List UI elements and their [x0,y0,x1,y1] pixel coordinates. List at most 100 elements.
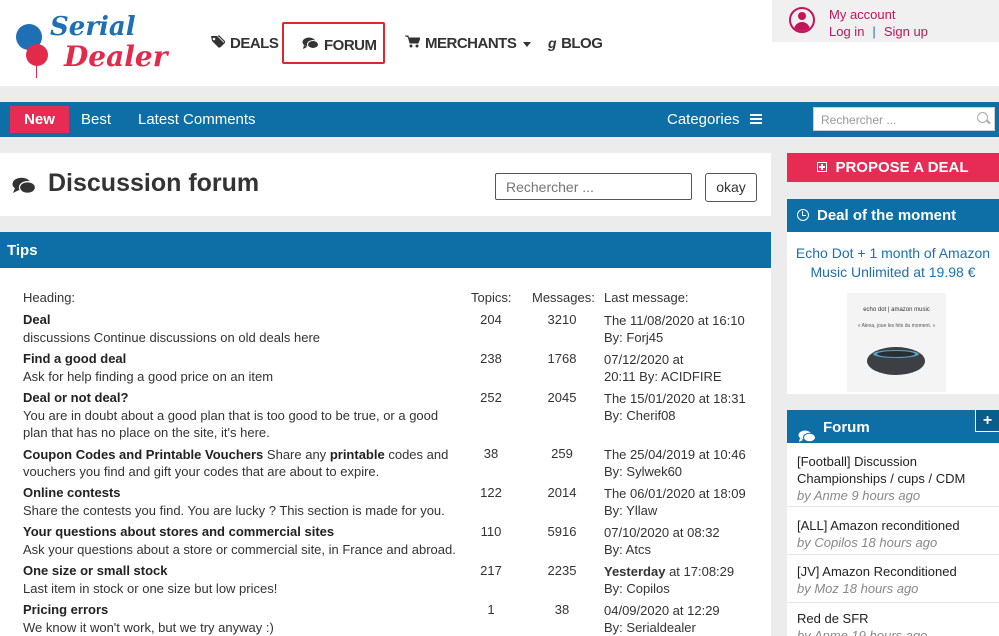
nav-blog[interactable]: ɡ BLOG [548,22,603,64]
list-item[interactable]: [Football] Discussion Championships / cu… [787,443,999,507]
forum-item-title[interactable]: [ALL] Amazon reconditioned [797,517,992,534]
category-title[interactable]: Deal [23,312,50,327]
last-message[interactable]: Yesterday at 17:08:29 By: Copilos [604,563,764,597]
logo-word-serial: Serial [50,12,136,42]
account-box: My account Log in | Sign up [772,0,999,42]
product-image[interactable]: echo dot | amazon music « Alexa, joue le… [847,293,946,392]
top-search-input[interactable]: Rechercher ... [813,107,995,131]
category-desc: Last item in stock or one size but low p… [23,581,278,596]
last-date: The 11/08/2020 at 16:10 [604,313,745,328]
nav-merchants[interactable]: MERCHANTS [405,22,532,64]
desc-bold-word: printable [329,447,385,462]
forum-widget-list: [Football] Discussion Championships / cu… [787,443,999,636]
nav-forum[interactable]: FORUM [282,22,385,64]
logo-balloon-red [26,44,48,78]
account-links: Log in | Sign up [829,24,928,39]
list-item[interactable]: [ALL] Amazon reconditioned by Copilos 18… [787,507,999,555]
category-title[interactable]: Coupon Codes and Printable Vouchers [23,447,263,462]
propose-deal-button[interactable]: PROPOSE A DEAL [787,153,999,182]
clock-icon [797,209,809,221]
nav-merchants-label: MERCHANTS [425,35,517,52]
list-item[interactable]: [JV] Amazon Reconditioned by Moz 18 hour… [787,555,999,603]
search-icon[interactable] [977,112,988,123]
last-message[interactable]: 07/10/2020 at 08:32 By: Atcs [604,524,764,558]
last-message[interactable]: 04/09/2020 at 12:29 By: Serialdealer [604,602,764,636]
tab-new[interactable]: New [10,106,69,133]
caret-down-icon [523,41,532,47]
category-title[interactable]: Find a good deal [23,351,126,366]
tab-latest-comments[interactable]: Latest Comments [138,106,256,133]
messages-count: 1768 [547,351,577,366]
last-author: By: Copilos [604,581,670,596]
add-topic-button[interactable]: + [975,410,999,432]
last-author: By: Sylwek60 [604,464,683,479]
category-desc: Share the contests you find. You are luc… [23,503,445,518]
nav-deals[interactable]: DEALS [210,22,279,64]
forum-item-meta: by Anme 9 hours ago [797,488,921,503]
messages-count: 2014 [547,485,577,500]
forum-item-meta: by Moz 18 hours ago [797,581,919,596]
echo-dot-speaker [867,347,925,375]
forum-search-input[interactable] [495,173,692,200]
comments-icon [798,421,816,443]
category-desc: Ask your questions about a store or comm… [23,542,456,557]
blog-icon: ɡ [548,35,557,51]
forum-widget-title: Forum [823,419,870,436]
forum-table: Heading: Topics: Messages: Last message:… [0,268,771,636]
last-date: The 06/01/2020 at 18:09 [604,486,746,501]
category-title[interactable]: Deal or not deal? [23,390,128,405]
category-title[interactable]: Online contests [23,485,121,500]
topics-count: 110 [480,524,502,539]
deal-of-moment-header: Deal of the moment [787,199,999,232]
last-message[interactable]: The 15/01/2020 at 18:31 By: Cherif08 [604,390,764,424]
col-last-message: Last message: [604,290,689,305]
messages-count: 5916 [547,524,577,539]
hamburger-icon [749,114,762,125]
last-author: By: Yllaw [604,503,658,518]
last-author: By: Serialdealer [604,620,696,635]
account-separator: | [872,24,876,39]
forum-item-title[interactable]: [Football] Discussion Championships / cu… [797,453,992,487]
nav-blog-label: BLOG [561,35,603,52]
nav-deals-label: DEALS [230,35,279,52]
last-message[interactable]: The 25/04/2019 at 10:46 By: Sylwek60 [604,446,764,480]
category-desc: Coupon Codes and Printable Vouchers Shar… [23,446,463,480]
topics-count: 122 [480,485,502,500]
site-header: Serial Dealer DEALS FORUM MERCHANTS ɡ BLO… [0,0,999,86]
forum-item-title[interactable]: [JV] Amazon Reconditioned [797,563,992,580]
last-message[interactable]: The 06/01/2020 at 18:09 By: Yllaw [604,485,764,519]
page-title: Discussion forum [48,169,260,197]
last-author: By: Cherif08 [604,408,676,423]
last-message[interactable]: 07/12/2020 at 20:11 By: ACIDFIRE [604,351,764,385]
forum-item-title[interactable]: Red de SFR [797,610,992,627]
top-search-placeholder: Rechercher ... [821,113,897,127]
plus-square-icon [817,162,828,172]
last-date: Yesterday at 17:08:29 [604,563,764,580]
last-date: 07/10/2020 at 08:32 [604,525,720,540]
product-tagline: « Alexa, joue les hits du moment. » [857,323,936,329]
last-date: 07/12/2020 at [604,352,684,367]
last-date-bold: Yesterday [604,564,666,579]
category-title[interactable]: Your questions about stores and commerci… [23,524,334,539]
cart-icon [405,22,421,64]
okay-button[interactable]: okay [705,173,757,202]
categories-menu[interactable]: Categories [667,106,762,133]
product-brand: echo dot | amazon music [863,307,930,313]
forum-widget-header: Forum + [787,410,999,443]
deal-title-link[interactable]: Echo Dot + 1 month of Amazon Music Unlim… [787,244,999,282]
category-title[interactable]: One size or small stock [23,563,168,578]
tab-best[interactable]: Best [81,106,111,133]
messages-count: 2045 [547,390,577,405]
col-heading: Heading: [23,290,76,305]
user-icon[interactable] [789,7,815,33]
last-message[interactable]: The 11/08/2020 at 16:10 By: Forj45 [604,312,764,346]
login-link[interactable]: Log in [829,24,864,39]
my-account-link[interactable]: My account [829,7,895,22]
list-item[interactable]: Red de SFR by Anme 19 hours ago [787,603,999,636]
site-logo[interactable]: Serial Dealer [14,12,167,78]
signup-link[interactable]: Sign up [884,24,928,39]
propose-deal-label: PROPOSE A DEAL [835,159,969,176]
forum-item-meta: by Anme 19 hours ago [797,628,928,636]
category-title[interactable]: Pricing errors [23,602,108,617]
section-title: Tips [0,232,771,268]
